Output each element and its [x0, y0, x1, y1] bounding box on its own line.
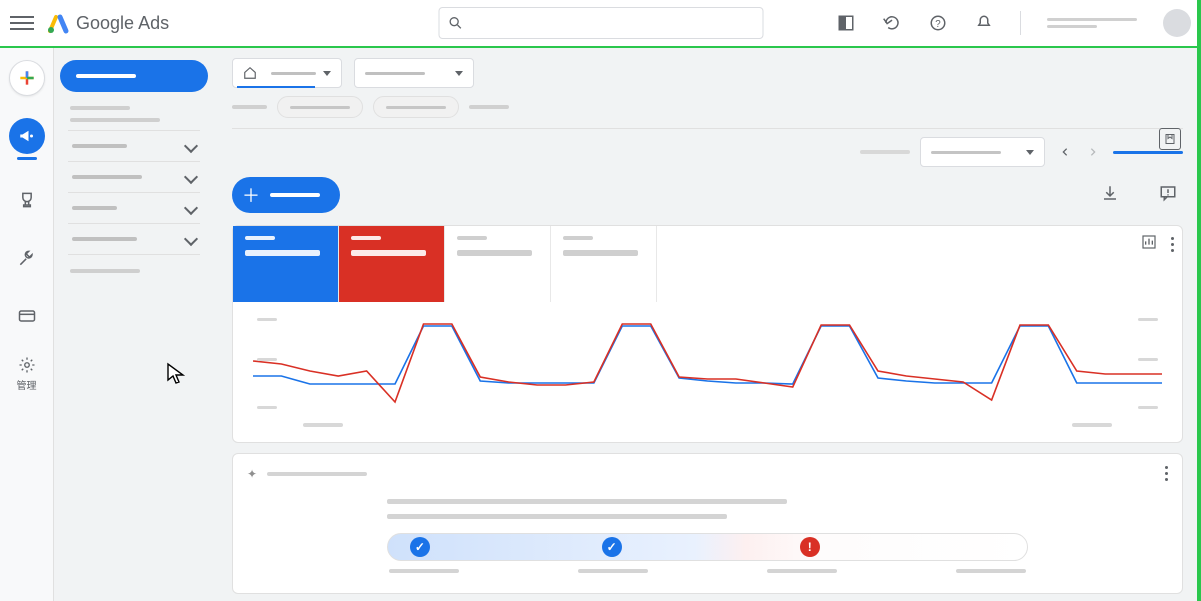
rail-billing[interactable] — [9, 298, 45, 334]
metric-tab-2[interactable] — [339, 226, 445, 302]
separator — [1020, 11, 1021, 35]
sparkle-icon: ✦ — [247, 467, 257, 481]
home-icon — [243, 66, 257, 80]
date-pager — [1053, 140, 1105, 164]
chevron-down-icon — [184, 201, 198, 215]
card-toolbar — [1141, 234, 1174, 255]
main-content: ＋ — [214, 48, 1201, 601]
cursor-icon — [165, 362, 189, 386]
separator — [232, 128, 1183, 129]
chevron-down-icon — [184, 170, 198, 184]
account-selector[interactable] — [232, 58, 342, 88]
megaphone-icon — [18, 127, 36, 145]
date-range-row — [214, 135, 1201, 177]
metric-tab-3[interactable] — [445, 226, 551, 302]
progress-step: ! — [800, 537, 820, 557]
active-range-indicator — [1113, 151, 1183, 154]
breadcrumb — [469, 105, 509, 109]
nav-group-1[interactable] — [60, 131, 208, 161]
next-period[interactable] — [1081, 140, 1105, 164]
help-icon[interactable]: ? — [928, 13, 948, 33]
nav-group-3[interactable] — [60, 193, 208, 223]
optimization-card: ✦ ✓ ✓! — [232, 453, 1183, 594]
x-axis-labels — [253, 421, 1162, 427]
filter-chip[interactable] — [373, 96, 459, 118]
prev-period[interactable] — [1053, 140, 1077, 164]
expand-chart-icon[interactable] — [1141, 234, 1157, 255]
step-labels — [387, 569, 1028, 573]
search-icon — [447, 15, 463, 31]
notifications-icon[interactable] — [974, 13, 994, 33]
rail-campaigns[interactable] — [9, 118, 45, 160]
line-chart — [233, 302, 1182, 442]
breadcrumb — [232, 105, 267, 109]
card-icon — [17, 306, 37, 326]
trophy-icon — [17, 190, 37, 210]
search-input[interactable] — [438, 7, 763, 39]
card-header: ✦ — [247, 466, 1168, 481]
product-logo[interactable]: Google Ads — [46, 11, 169, 35]
optimization-progress: ✓ ✓! — [387, 533, 1028, 561]
nav-group-4[interactable] — [60, 224, 208, 254]
campaign-selector[interactable] — [354, 58, 474, 88]
new-ad-button[interactable]: ＋ — [232, 177, 340, 213]
rail-goals[interactable] — [9, 182, 45, 218]
chart-lines — [253, 316, 1162, 416]
metric-tab-1[interactable] — [233, 226, 339, 302]
date-range-selector[interactable] — [920, 137, 1045, 167]
left-rail: 管理 — [0, 48, 54, 601]
chevron-down-icon — [184, 139, 198, 153]
card-title — [267, 472, 367, 476]
download-icon[interactable] — [1101, 184, 1119, 207]
left-nav-panel — [54, 48, 214, 601]
progress-step: ✓ — [602, 537, 622, 557]
rail-admin[interactable]: 管理 — [9, 356, 45, 392]
more-menu-icon[interactable] — [1165, 466, 1168, 481]
svg-text:?: ? — [935, 19, 941, 30]
feedback-icon[interactable] — [1159, 184, 1177, 207]
metrics-chart-card — [232, 225, 1183, 443]
action-row: ＋ — [214, 177, 1201, 225]
dropdown-icon — [1026, 150, 1034, 155]
progress-step: ✓ — [410, 537, 430, 557]
product-name: Google Ads — [76, 13, 169, 34]
account-switcher[interactable] — [1047, 18, 1137, 28]
more-menu-icon[interactable] — [1171, 237, 1174, 252]
rail-tools[interactable] — [9, 240, 45, 276]
label — [860, 150, 910, 154]
plus-icon: ＋ — [242, 182, 260, 208]
filter-chip-row — [214, 92, 1201, 124]
tools-icon — [17, 248, 37, 268]
scope-selectors — [214, 48, 1201, 92]
plus-icon — [17, 68, 37, 88]
gear-icon — [18, 356, 36, 374]
dropdown-icon — [323, 71, 331, 76]
avatar[interactable] — [1163, 9, 1191, 37]
menu-icon[interactable] — [10, 11, 34, 35]
nav-overview[interactable] — [60, 60, 208, 92]
metric-tab-4[interactable] — [551, 226, 657, 302]
reports-icon[interactable] — [836, 13, 856, 33]
app-header: Google Ads ? — [0, 0, 1201, 48]
card-body: ✓ ✓! — [247, 499, 1168, 573]
video-frame-edge — [1197, 0, 1201, 601]
metric-tabs — [233, 226, 1182, 302]
filter-chip[interactable] — [277, 96, 363, 118]
nav-group-2[interactable] — [60, 162, 208, 192]
refresh-icon[interactable] — [882, 13, 902, 33]
create-button[interactable] — [9, 60, 45, 96]
ads-logo-icon — [46, 11, 70, 35]
save-view-icon[interactable] — [1159, 128, 1181, 150]
chevron-down-icon — [184, 232, 198, 246]
dropdown-icon — [455, 71, 463, 76]
